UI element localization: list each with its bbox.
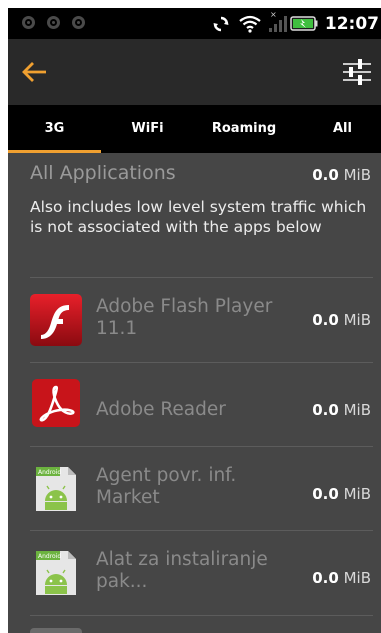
tab-roaming[interactable]: Roaming [194, 105, 294, 153]
app-screen: × 12:07 3G WiFi Roaming All All Applicat… [8, 8, 381, 633]
notification-icon [22, 16, 35, 29]
app-usage: 0.0 MiB [312, 401, 371, 419]
app-name: Adobe Reader [96, 399, 226, 420]
app-usage-value: 0.0 [312, 569, 339, 587]
app-usage-value: 0.0 [312, 311, 339, 329]
signal-icon: × [269, 10, 287, 32]
android-app-icon: Android [36, 551, 76, 595]
app-usage-value: 0.0 [312, 401, 339, 419]
notification-icon [47, 16, 60, 29]
divider [30, 615, 373, 616]
app-usage-unit: MiB [343, 485, 371, 503]
back-arrow-icon[interactable] [20, 57, 50, 87]
app-usage-unit: MiB [343, 569, 371, 587]
selected-tab-indicator [8, 150, 101, 153]
tab-all[interactable]: All [304, 105, 381, 153]
list-item-adobe-reader[interactable]: Adobe Reader 0.0 MiB [8, 363, 381, 447]
app-usage-unit: MiB [343, 401, 371, 419]
svg-text:Android: Android [38, 553, 61, 560]
app-usage-value: 0.0 [312, 485, 339, 503]
list-item-package-installer[interactable]: Android Alat za instaliranje pak... 0.0 … [8, 531, 381, 615]
app-name: Adobe Flash Player 11.1 [96, 296, 273, 339]
notification-icon [72, 16, 85, 29]
summary-usage-unit: MiB [343, 166, 371, 184]
status-time: 12:07 [324, 14, 379, 34]
tab-bar: 3G WiFi Roaming All [8, 105, 381, 153]
tab-3g[interactable]: 3G [8, 105, 101, 153]
wifi-icon [239, 15, 261, 33]
status-bar: × 12:07 [8, 8, 381, 39]
adobe-reader-icon [32, 379, 80, 427]
summary-description: Also includes low level system traffic w… [30, 198, 367, 236]
list-item-agent-market[interactable]: Android Agent povr. inf. Market 0.0 MiB [8, 447, 381, 531]
list-item-adobe-flash[interactable]: Adobe Flash Player 11.1 0.0 MiB [8, 278, 381, 362]
app-usage-unit: MiB [343, 311, 371, 329]
summary-title: All Applications [30, 162, 176, 184]
app-name: Agent povr. inf. Market [96, 465, 237, 508]
svg-text:Android: Android [38, 469, 61, 476]
app-name: Alat za instaliranje pak... [96, 549, 268, 592]
app-usage: 0.0 MiB [312, 485, 371, 503]
battery-icon [290, 16, 318, 31]
adobe-flash-icon [30, 294, 82, 346]
tab-wifi[interactable]: WiFi [101, 105, 194, 153]
svg-text:×: × [270, 10, 277, 19]
android-app-icon: Android [36, 467, 76, 511]
list-item-icon-partial [30, 628, 82, 633]
settings-sliders-icon[interactable] [341, 56, 373, 88]
action-bar [8, 39, 381, 105]
summary-usage: 0.0 MiB [312, 166, 371, 184]
sync-icon [213, 16, 229, 32]
app-usage: 0.0 MiB [312, 311, 371, 329]
summary-usage-value: 0.0 [312, 166, 339, 184]
app-usage: 0.0 MiB [312, 569, 371, 587]
